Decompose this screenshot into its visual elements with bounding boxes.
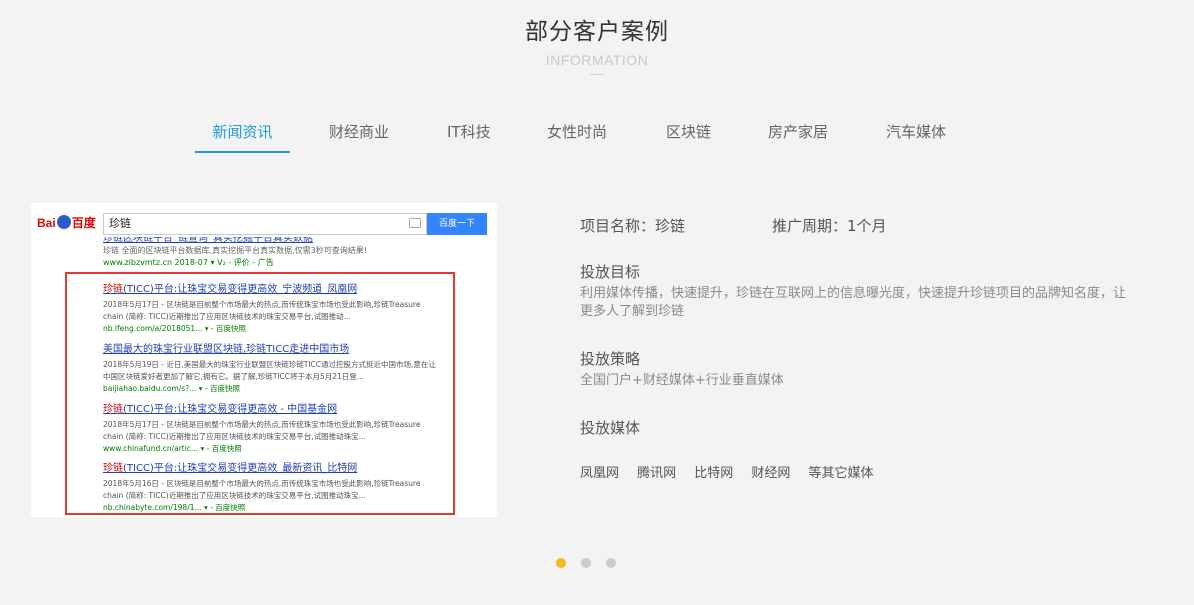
tab-it-tech[interactable]: IT科技	[447, 118, 491, 153]
tab-news[interactable]: 新闻资讯	[195, 118, 290, 153]
media-list: 凤凰网 腾讯网 比特网 财经网 等其它媒体	[580, 462, 886, 481]
tab-finance[interactable]: 财经商业	[329, 118, 389, 153]
case-screenshot: Bai 百度 珍链 百度一下 珍链区块链平台_链查询_真实挖掘平台真实数据 珍链 …	[31, 203, 497, 517]
goal-text: 利用媒体传播，快速提升，珍链在互联网上的信息曝光度，快速提升珍链项目的品牌知名度…	[580, 286, 1127, 319]
strategy-heading: 投放策略	[580, 350, 641, 368]
tab-real-estate[interactable]: 房产家居	[768, 118, 828, 153]
camera-icon	[409, 218, 421, 228]
baidu-search-button: 百度一下	[427, 213, 487, 235]
ad-result: 珍链区块链平台_链查询_真实挖掘平台真实数据 珍链 全面的区块链平台数据库,真实…	[103, 237, 367, 267]
carousel-dot-2[interactable]	[581, 558, 592, 568]
search-result: 珍链(TICC)平台:让珠宝交易变得更高效_最新资讯_比特网 2018年5月16…	[103, 463, 421, 512]
baidu-search-input: 珍链	[103, 213, 427, 235]
tab-auto-media[interactable]: 汽车媒体	[886, 118, 946, 153]
carousel-dot-1[interactable]	[556, 558, 566, 568]
media-item: 财经网	[751, 466, 791, 481]
promotion-period: 推广周期：1个月	[772, 217, 887, 235]
baidu-search-bar: Bai 百度 珍链 百度一下	[31, 203, 497, 241]
title-divider	[590, 74, 604, 75]
carousel-dot-3[interactable]	[606, 558, 617, 568]
section-heading: 部分客户案例 INFORMATION	[0, 14, 1194, 75]
baidu-logo: Bai 百度	[37, 215, 96, 230]
carousel-dots	[556, 553, 626, 572]
media-item: 比特网	[694, 466, 734, 481]
section-title: 部分客户案例	[525, 19, 669, 45]
search-result: 美国最大的珠宝行业联盟区块链,珍链TICC走进中国市场 2018年5月19日 -…	[103, 344, 436, 393]
media-item: 腾讯网	[637, 466, 677, 481]
project-name: 项目名称：珍链	[580, 217, 686, 235]
media-item: 等其它媒体	[808, 466, 874, 481]
section-subtitle: INFORMATION	[545, 52, 649, 68]
strategy-text: 全国门户+财经媒体+行业垂直媒体	[580, 373, 784, 388]
tab-women-fashion[interactable]: 女性时尚	[547, 118, 607, 153]
search-result: 珍链(TICC)平台:让珠宝交易变得更高效_宁波频道_凤凰网 2018年5月17…	[103, 284, 421, 333]
tab-blockchain[interactable]: 区块链	[666, 118, 711, 153]
goal-heading: 投放目标	[580, 263, 641, 281]
media-item: 凤凰网	[580, 466, 620, 481]
paw-icon	[56, 215, 71, 229]
media-heading: 投放媒体	[580, 419, 641, 437]
search-result: 珍链(TICC)平台:让珠宝交易变得更高效 - 中国基金网 2018年5月17日…	[103, 404, 421, 453]
